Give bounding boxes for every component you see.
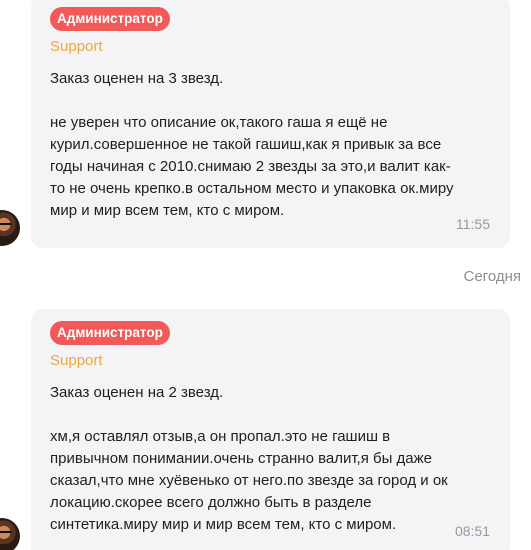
message-bubble: Администратор Support Заказ оценен на 2 … <box>31 309 510 550</box>
admin-badge: Администратор <box>50 7 170 31</box>
message-bubble: Администратор Support Заказ оценен на 3 … <box>31 0 510 248</box>
message-time: 11:55 <box>456 216 490 232</box>
sender-role: Support <box>50 352 103 369</box>
avatar-glasses-icon <box>0 531 12 536</box>
user-avatar[interactable] <box>0 518 20 550</box>
user-avatar[interactable] <box>0 210 20 246</box>
message-text: Заказ оценен на 2 звезд. хм,я оставлял о… <box>50 384 448 533</box>
sender-role: Support <box>50 38 103 55</box>
admin-badge: Администратор <box>50 321 170 345</box>
date-separator: Сегодня <box>463 268 522 285</box>
avatar-glasses-icon <box>0 223 12 228</box>
message-text: Заказ оценен на 3 звезд. не уверен что о… <box>50 70 454 219</box>
message-time: 08:51 <box>454 523 490 539</box>
